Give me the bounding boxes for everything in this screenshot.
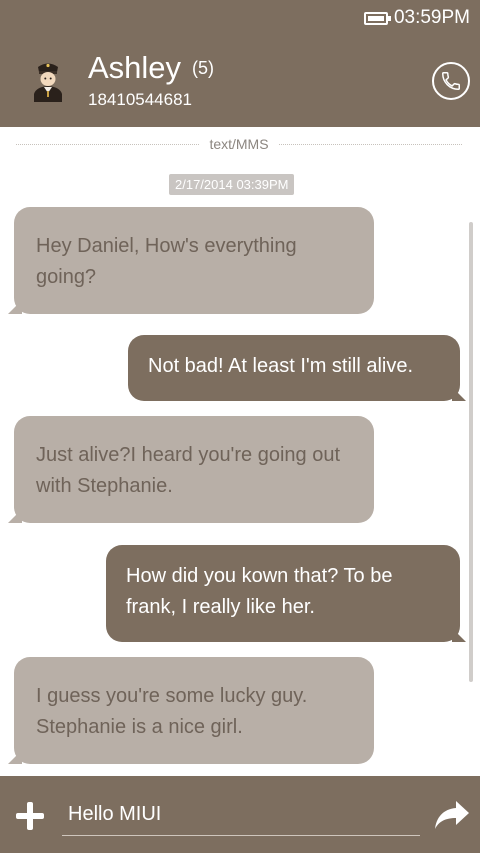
- plus-icon[interactable]: [14, 800, 46, 832]
- status-time: 03:59PM: [393, 7, 470, 28]
- call-button[interactable]: [432, 62, 470, 100]
- divider-line-left: [16, 143, 200, 145]
- message-input[interactable]: [62, 794, 420, 836]
- battery-full-icon: [363, 11, 391, 25]
- message-text: Not bad! At least I'm still alive.: [148, 355, 414, 377]
- message-text: How did you kown that? To be frank, I re…: [126, 565, 393, 618]
- message-timestamp: 2/17/2014 03:39PM: [169, 174, 295, 195]
- incoming-message-bubble[interactable]: Just alive?I heard you're going out with…: [8, 416, 374, 523]
- message-text: Hey Daniel, How's everything going?: [36, 235, 297, 288]
- unread-count-badge: (5): [192, 58, 214, 78]
- message-type-divider: text/MMS: [16, 136, 462, 152]
- message-list-scrollbar[interactable]: [469, 222, 473, 682]
- message-text: Just alive?I heard you're going out with…: [36, 444, 341, 497]
- send-arrow-icon[interactable]: [434, 800, 470, 830]
- conversation-header: Ashley (5) 18410544681: [0, 36, 480, 127]
- message-type-label: text/MMS: [209, 136, 269, 152]
- status-bar: 03:59PM: [0, 0, 480, 36]
- incoming-message-bubble[interactable]: Hey Daniel, How's everything going?: [8, 207, 374, 314]
- contact-phone-number: 18410544681: [88, 90, 193, 109]
- outgoing-message-bubble[interactable]: How did you kown that? To be frank, I re…: [106, 545, 466, 642]
- message-text: I guess you're some lucky guy. Stephanie…: [36, 685, 308, 738]
- divider-line-right: [278, 143, 462, 145]
- outgoing-message-bubble[interactable]: Not bad! At least I'm still alive.: [128, 335, 466, 401]
- police-officer-avatar[interactable]: [28, 58, 68, 102]
- phone-icon: [442, 72, 460, 90]
- incoming-message-bubble[interactable]: I guess you're some lucky guy. Stephanie…: [8, 657, 374, 764]
- message-composer: [0, 776, 480, 853]
- contact-name: Ashley: [88, 50, 182, 85]
